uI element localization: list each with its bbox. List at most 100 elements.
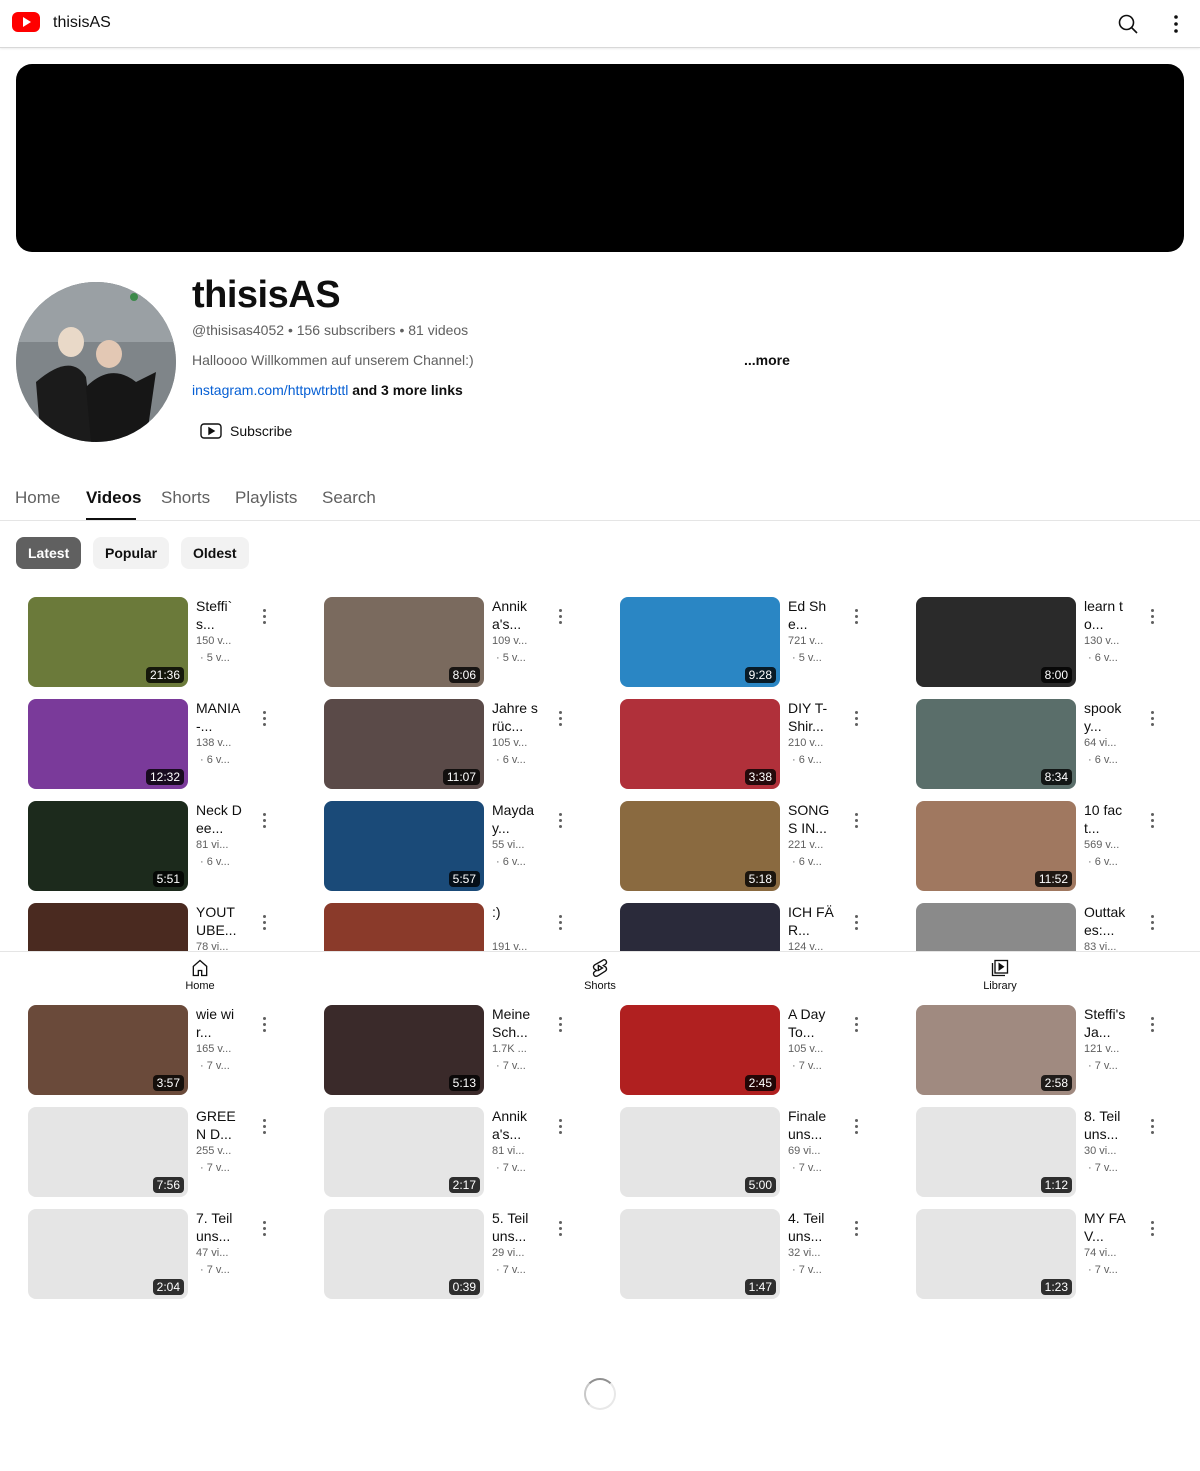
video-more-icon[interactable]: [556, 813, 564, 831]
video-more-icon[interactable]: [556, 1119, 564, 1137]
video-title[interactable]: MY FAV...: [1084, 1209, 1130, 1245]
video-more-icon[interactable]: [556, 915, 564, 933]
video-more-icon[interactable]: [852, 813, 860, 831]
video-title[interactable]: MANIA -...: [196, 699, 242, 735]
video-title[interactable]: 5. Teil uns...: [492, 1209, 538, 1245]
video-thumbnail[interactable]: 0:39: [324, 1209, 484, 1299]
video-item[interactable]: 3:38 DIY T-Shir... 210 v... · 6 v...: [620, 699, 890, 791]
video-title[interactable]: Meine Sch...: [492, 1005, 538, 1041]
video-thumbnail[interactable]: 8:00: [916, 597, 1076, 687]
video-more-icon[interactable]: [260, 609, 268, 627]
video-title[interactable]: learn to...: [1084, 597, 1130, 633]
tab-home[interactable]: Home: [15, 488, 60, 508]
video-title[interactable]: wie wir...: [196, 1005, 242, 1041]
video-thumbnail[interactable]: 1:12: [916, 1107, 1076, 1197]
video-thumbnail[interactable]: 2:58: [916, 1005, 1076, 1095]
video-title[interactable]: DIY T-Shir...: [788, 699, 834, 735]
video-item[interactable]: 5:51 Neck Dee... 81 vi... · 6 v...: [28, 801, 298, 893]
tab-shorts[interactable]: Shorts: [161, 488, 210, 508]
video-item[interactable]: 1:23 MY FAV... 74 vi... · 7 v...: [916, 1209, 1186, 1301]
video-title[interactable]: Annika's...: [492, 597, 538, 633]
video-item[interactable]: 12:32 MANIA -... 138 v... · 6 v...: [28, 699, 298, 791]
video-more-icon[interactable]: [852, 711, 860, 729]
video-more-icon[interactable]: [852, 609, 860, 627]
video-item[interactable]: 1:12 8. Teil uns... 30 vi... · 7 v...: [916, 1107, 1186, 1199]
video-item[interactable]: 8:34 spooky... 64 vi... · 6 v...: [916, 699, 1186, 791]
video-title[interactable]: SONGS IN...: [788, 801, 834, 837]
video-title[interactable]: A Day To...: [788, 1005, 834, 1041]
video-item[interactable]: 21:36 Steffi`s... 150 v... · 5 v...: [28, 597, 298, 689]
nav-library[interactable]: Library: [960, 958, 1040, 992]
video-title[interactable]: :): [492, 903, 538, 921]
video-item[interactable]: 11:52 10 fact... 569 v... · 6 v...: [916, 801, 1186, 893]
video-thumbnail[interactable]: 5:51: [28, 801, 188, 891]
video-more-icon[interactable]: [852, 1017, 860, 1035]
video-item[interactable]: 1:47 4. Teil uns... 32 vi... · 7 v...: [620, 1209, 890, 1301]
more-vert-icon[interactable]: [1164, 12, 1188, 36]
video-more-icon[interactable]: [260, 1017, 268, 1035]
video-more-icon[interactable]: [1148, 915, 1156, 933]
video-title[interactable]: Finale uns...: [788, 1107, 834, 1143]
video-title[interactable]: ICH FÄR...: [788, 903, 834, 939]
video-item[interactable]: 11:07 Jahre srüc... 105 v... · 6 v...: [324, 699, 594, 791]
video-more-icon[interactable]: [260, 711, 268, 729]
video-title[interactable]: GREEN D...: [196, 1107, 242, 1143]
video-title[interactable]: 10 fact...: [1084, 801, 1130, 837]
tab-search[interactable]: Search: [322, 488, 376, 508]
video-more-icon[interactable]: [1148, 1017, 1156, 1035]
video-title[interactable]: YOUTUBE...: [196, 903, 242, 939]
video-thumbnail[interactable]: 3:38: [620, 699, 780, 789]
chip-latest[interactable]: Latest: [16, 537, 82, 569]
nav-shorts[interactable]: Shorts: [560, 958, 640, 992]
description-more-button[interactable]: ...more: [744, 352, 790, 368]
video-more-icon[interactable]: [556, 609, 564, 627]
video-title[interactable]: Jahre srüc...: [492, 699, 538, 735]
video-thumbnail[interactable]: 5:13: [324, 1005, 484, 1095]
video-item[interactable]: 2:17 Annika's... 81 vi... · 7 v...: [324, 1107, 594, 1199]
video-item[interactable]: 2:45 A Day To... 105 v... · 7 v...: [620, 1005, 890, 1097]
video-more-icon[interactable]: [852, 1119, 860, 1137]
video-title[interactable]: Steffi's Ja...: [1084, 1005, 1130, 1041]
chip-popular[interactable]: Popular: [93, 537, 170, 569]
video-thumbnail[interactable]: 9:28: [620, 597, 780, 687]
video-more-icon[interactable]: [556, 711, 564, 729]
video-thumbnail[interactable]: 8:34: [916, 699, 1076, 789]
youtube-logo-icon[interactable]: [12, 12, 40, 32]
search-icon[interactable]: [1116, 12, 1140, 36]
video-more-icon[interactable]: [1148, 711, 1156, 729]
video-thumbnail[interactable]: 7:56: [28, 1107, 188, 1197]
video-more-icon[interactable]: [260, 813, 268, 831]
video-more-icon[interactable]: [852, 915, 860, 933]
tab-playlists[interactable]: Playlists: [235, 488, 297, 508]
video-item[interactable]: 5:18 SONGS IN... 221 v... · 6 v...: [620, 801, 890, 893]
video-thumbnail[interactable]: 5:57: [324, 801, 484, 891]
video-thumbnail[interactable]: 2:17: [324, 1107, 484, 1197]
video-thumbnail[interactable]: 1:23: [916, 1209, 1076, 1299]
video-thumbnail[interactable]: 5:18: [620, 801, 780, 891]
video-item[interactable]: 8:00 learn to... 130 v... · 6 v...: [916, 597, 1186, 689]
video-thumbnail[interactable]: 5:00: [620, 1107, 780, 1197]
video-title[interactable]: Mayday...: [492, 801, 538, 837]
video-more-icon[interactable]: [1148, 1221, 1156, 1239]
video-title[interactable]: Ed She...: [788, 597, 834, 633]
video-item[interactable]: 0:39 5. Teil uns... 29 vi... · 7 v...: [324, 1209, 594, 1301]
video-more-icon[interactable]: [556, 1221, 564, 1239]
video-title[interactable]: spooky...: [1084, 699, 1130, 735]
tab-videos[interactable]: Videos: [86, 488, 141, 508]
video-title[interactable]: Neck Dee...: [196, 801, 242, 837]
video-thumbnail[interactable]: 2:04: [28, 1209, 188, 1299]
video-more-icon[interactable]: [1148, 1119, 1156, 1137]
video-item[interactable]: 5:57 Mayday... 55 vi... · 6 v...: [324, 801, 594, 893]
video-thumbnail[interactable]: 3:57: [28, 1005, 188, 1095]
channel-link[interactable]: instagram.com/httpwtrbttl: [192, 382, 348, 398]
video-item[interactable]: 5:00 Finale uns... 69 vi... · 7 v...: [620, 1107, 890, 1199]
video-item[interactable]: 2:04 7. Teil uns... 47 vi... · 7 v...: [28, 1209, 298, 1301]
channel-description[interactable]: Halloooo Willkommen auf unserem Channel:…: [192, 352, 474, 368]
video-item[interactable]: 2:58 Steffi's Ja... 121 v... · 7 v...: [916, 1005, 1186, 1097]
video-more-icon[interactable]: [1148, 609, 1156, 627]
video-more-icon[interactable]: [260, 1119, 268, 1137]
video-thumbnail[interactable]: 2:45: [620, 1005, 780, 1095]
video-more-icon[interactable]: [556, 1017, 564, 1035]
video-thumbnail[interactable]: 21:36: [28, 597, 188, 687]
video-item[interactable]: 8:06 Annika's... 109 v... · 5 v...: [324, 597, 594, 689]
